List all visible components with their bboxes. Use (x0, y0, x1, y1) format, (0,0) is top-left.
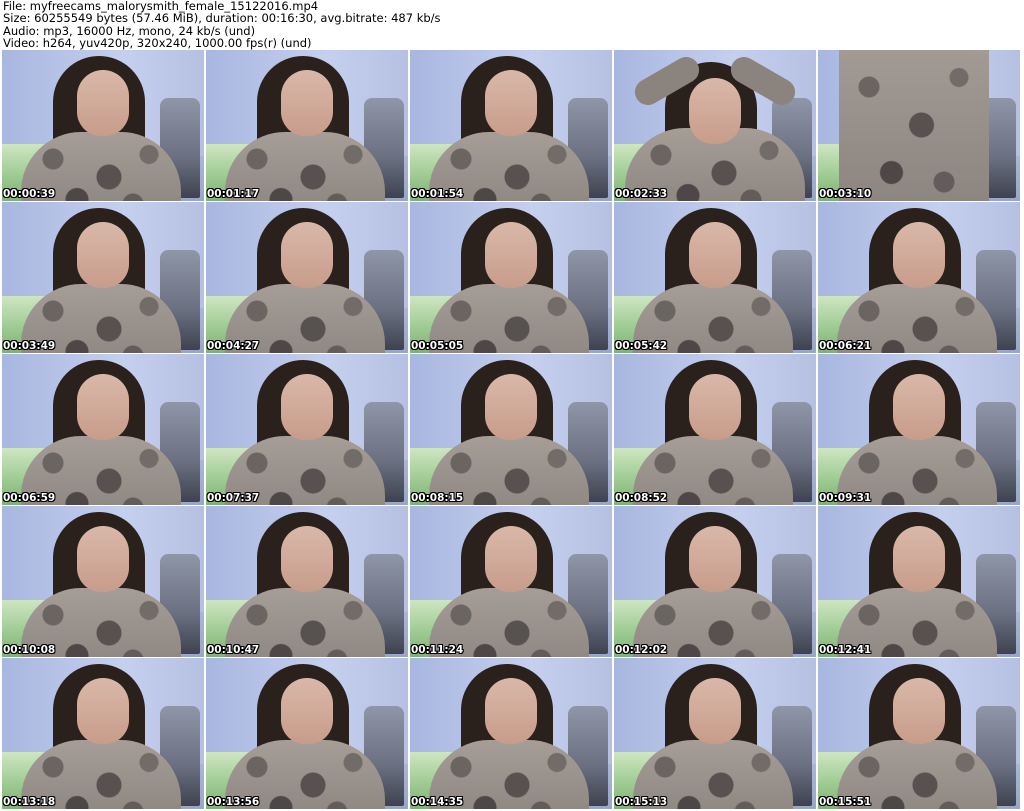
timestamp-label: 00:08:15 (411, 492, 464, 504)
timestamp-label: 00:12:02 (615, 644, 668, 656)
timestamp-label: 00:15:51 (819, 796, 872, 808)
video-thumbnail: 00:10:47 (206, 506, 408, 657)
thumbnail-face (689, 374, 741, 440)
file-size-line: Size: 60255549 bytes (57.46 MiB), durati… (3, 11, 441, 26)
timestamp-label: 00:01:54 (411, 188, 464, 200)
thumbnail-grid: 00:00:39 00:01:17 00:01:54 00:02:33 00:03:10… (2, 50, 1022, 811)
thumbnail-face (689, 678, 741, 744)
video-thumbnail: 00:05:05 (410, 202, 612, 353)
thumbnail-face (77, 70, 129, 136)
timestamp-label: 00:05:42 (615, 340, 668, 352)
video-thumbnail: 00:14:35 (410, 658, 612, 809)
timestamp-label: 00:14:35 (411, 796, 464, 808)
timestamp-label: 00:12:41 (819, 644, 872, 656)
thumbnail-face (689, 526, 741, 592)
video-thumbnail: 00:01:54 (410, 50, 612, 201)
video-thumbnail: 00:09:31 (818, 354, 1020, 505)
thumbnail-face (893, 526, 945, 592)
timestamp-label: 00:09:31 (819, 492, 872, 504)
thumbnail-face (485, 678, 537, 744)
video-thumbnail: 00:06:21 (818, 202, 1020, 353)
timestamp-label: 00:07:37 (207, 492, 260, 504)
timestamp-label: 00:10:08 (3, 644, 56, 656)
timestamp-label: 00:04:27 (207, 340, 260, 352)
file-info-header: File: myfreecams_malorysmith_female_1512… (3, 0, 1019, 50)
video-thumbnail: 00:08:52 (614, 354, 816, 505)
thumbnail-face (893, 222, 945, 288)
timestamp-label: 00:01:17 (207, 188, 260, 200)
thumbnail-face (281, 526, 333, 592)
video-thumbnail: 00:05:42 (614, 202, 816, 353)
video-thumbnail: 00:00:39 (2, 50, 204, 201)
thumbnail-face (77, 374, 129, 440)
timestamp-label: 00:06:21 (819, 340, 872, 352)
video-thumbnail: 00:07:37 (206, 354, 408, 505)
thumbnail-face (485, 374, 537, 440)
timestamp-label: 00:13:56 (207, 796, 260, 808)
thumbnail-face (77, 526, 129, 592)
timestamp-label: 00:06:59 (3, 492, 56, 504)
timestamp-label: 00:03:49 (3, 340, 56, 352)
timestamp-label: 00:11:24 (411, 644, 464, 656)
video-thumbnail: 00:12:02 (614, 506, 816, 657)
timestamp-label: 00:05:05 (411, 340, 464, 352)
timestamp-label: 00:08:52 (615, 492, 668, 504)
thumbnail-face (689, 222, 741, 288)
video-thumbnail: 00:10:08 (2, 506, 204, 657)
video-thumbnail: 00:15:13 (614, 658, 816, 809)
video-thumbnail: 00:15:51 (818, 658, 1020, 809)
timestamp-label: 00:03:10 (819, 188, 872, 200)
thumbnail-person (839, 50, 989, 201)
video-thumbnail: 00:03:10 (818, 50, 1020, 201)
video-thumbnail: 00:03:49 (2, 202, 204, 353)
thumbnail-face (77, 222, 129, 288)
thumbnail-face (485, 70, 537, 136)
video-thumbnail: 00:08:15 (410, 354, 612, 505)
thumbnail-face (485, 526, 537, 592)
thumbnail-face (893, 678, 945, 744)
thumbnail-face (281, 374, 333, 440)
thumbnail-face (281, 678, 333, 744)
timestamp-label: 00:00:39 (3, 188, 56, 200)
video-thumbnail: 00:11:24 (410, 506, 612, 657)
video-info-line: Video: h264, yuv420p, 320x240, 1000.00 f… (3, 35, 312, 50)
thumbnail-face (485, 222, 537, 288)
video-thumbnail: 00:13:56 (206, 658, 408, 809)
timestamp-label: 00:13:18 (3, 796, 56, 808)
thumbnail-face (77, 678, 129, 744)
video-thumbnail: 00:12:41 (818, 506, 1020, 657)
thumbnail-face (689, 78, 741, 144)
video-thumbnail: 00:01:17 (206, 50, 408, 201)
video-thumbnail: 00:04:27 (206, 202, 408, 353)
timestamp-label: 00:10:47 (207, 644, 260, 656)
thumbnail-face (281, 70, 333, 136)
timestamp-label: 00:15:13 (615, 796, 668, 808)
thumbnail-face (893, 374, 945, 440)
thumbnail-face (281, 222, 333, 288)
video-thumbnail: 00:02:33 (614, 50, 816, 201)
video-thumbnail: 00:13:18 (2, 658, 204, 809)
timestamp-label: 00:02:33 (615, 188, 668, 200)
video-thumbnail: 00:06:59 (2, 354, 204, 505)
